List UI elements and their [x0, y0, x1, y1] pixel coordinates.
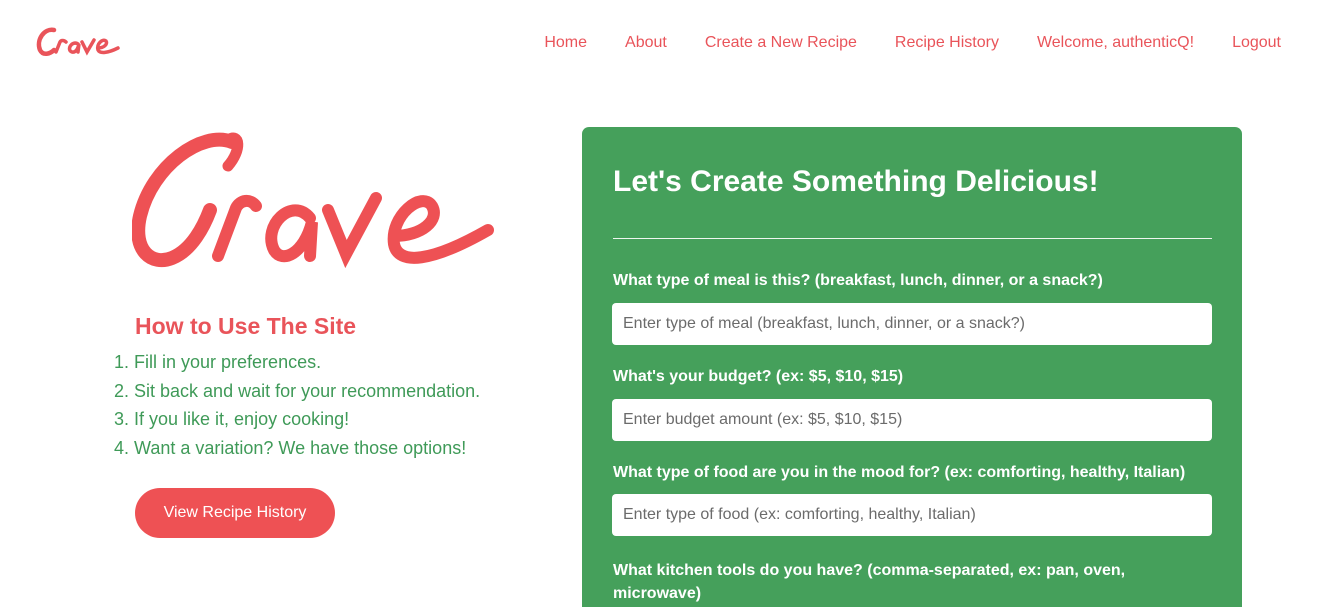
crave-hero-logo [132, 132, 494, 269]
how-to-use-title: How to Use The Site [135, 313, 357, 339]
kitchen-tools-label: What kitchen tools do you have? (comma-s… [613, 562, 1126, 602]
food-type-input[interactable] [612, 494, 1212, 536]
crave-logo[interactable] [34, 22, 124, 62]
step-item: 3. If you like it, enjoy cooking! [114, 409, 350, 430]
nav-links: Home About Create a New Recipe Recipe Hi… [506, 33, 1281, 53]
nav-link-recipe-history[interactable]: Recipe History [895, 33, 999, 53]
step-item: 1. Fill in your preferences. [114, 352, 322, 372]
meal-type-input[interactable] [612, 303, 1212, 345]
step-item: 4. Want a variation? We have those optio… [114, 438, 467, 459]
recipe-form-card: Let's Create Something Delicious! What t… [582, 127, 1242, 607]
step-item: 2. Sit back and wait for your recommenda… [114, 380, 481, 401]
budget-input[interactable] [612, 399, 1212, 441]
nav-link-create-recipe[interactable]: Create a New Recipe [705, 33, 857, 53]
nav-link-welcome-user[interactable]: Welcome, authenticQ! [1037, 33, 1194, 53]
budget-label: What's your budget? (ex: $5, $10, $15) [613, 368, 904, 385]
steps-list: 1. Fill in your preferences. 2. Sit back… [114, 348, 480, 463]
nav-link-home[interactable]: Home [544, 33, 587, 53]
nav-link-about[interactable]: About [625, 33, 667, 53]
view-recipe-history-button[interactable]: View Recipe History [135, 488, 335, 538]
meal-type-label: What type of meal is this? (breakfast, l… [613, 272, 1103, 289]
form-title: Let's Create Something Delicious! [613, 165, 1099, 198]
nav-link-logout[interactable]: Logout [1232, 33, 1281, 53]
form-divider [613, 238, 1212, 239]
navbar: Home About Create a New Recipe Recipe Hi… [0, 0, 1344, 88]
food-type-label: What type of food are you in the mood fo… [613, 464, 1186, 481]
